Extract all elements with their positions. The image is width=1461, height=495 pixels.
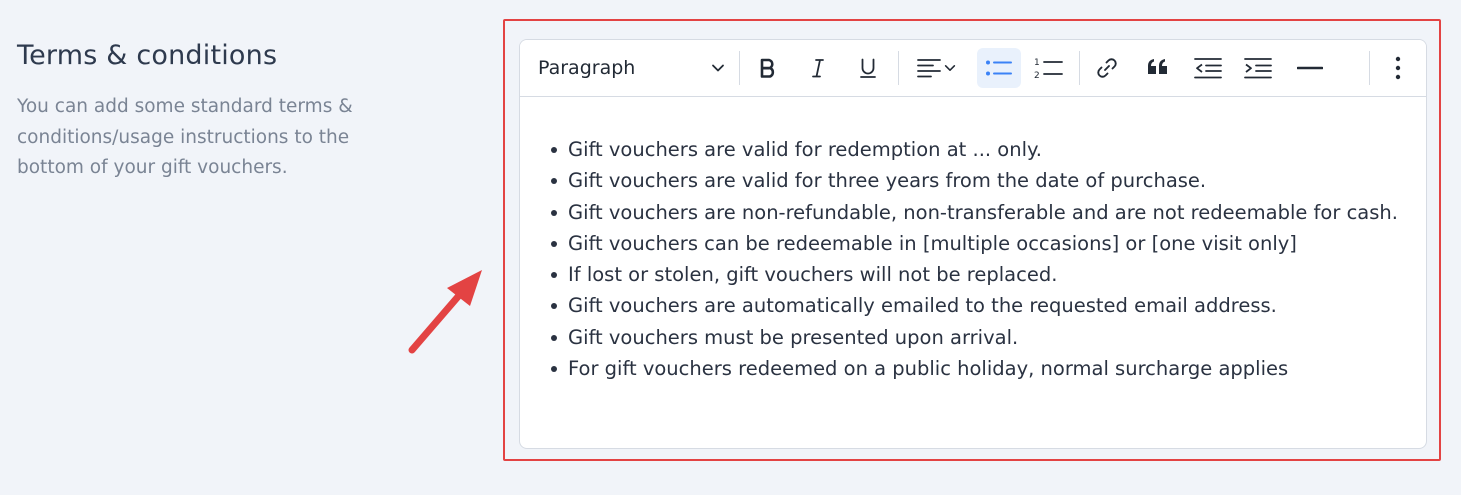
annotation-arrow-icon (408, 270, 482, 354)
